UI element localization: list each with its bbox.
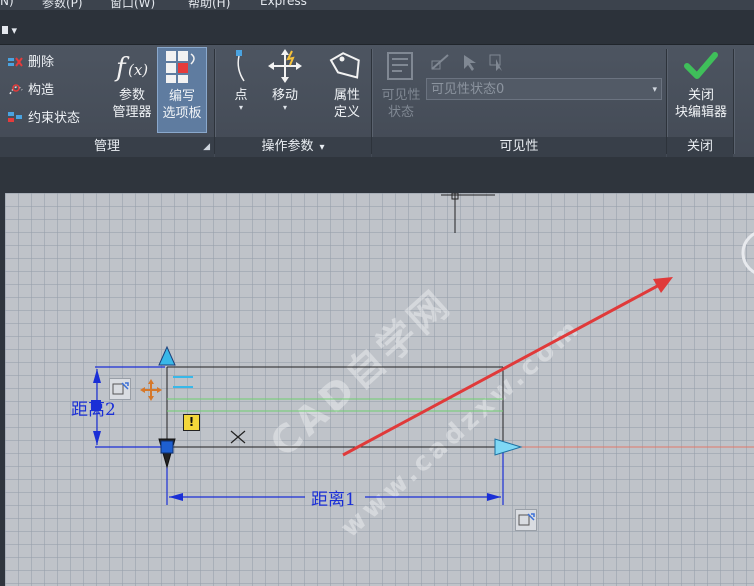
- visibility-panel: 可见性 状态 可见性状态0 ▾ 可见性: [372, 45, 666, 157]
- visibility-panel-title-text: 可见性: [499, 139, 539, 154]
- menu-item-help[interactable]: 帮助(H): [188, 0, 230, 10]
- close-panel: 关闭 块编辑器 关闭: [667, 45, 733, 157]
- close-block-editor-label-1: 关闭: [687, 88, 714, 103]
- checkmark-icon: [682, 47, 720, 85]
- visibility-state-select-value: 可见性状态0: [431, 82, 505, 97]
- manage-panel-title: 管理: [0, 137, 214, 157]
- manage-panel: 删除 构造 约束状态 f (x) 参数 管理器 编写 选项板 管理 ◢: [0, 45, 214, 157]
- param-manager-label-1: 参数: [118, 88, 145, 103]
- block-editor-window: N) 参数(P) 窗口(W) 帮助(H) Express ▾ 删除 构造 约束状…: [0, 0, 754, 586]
- fx-icon: f (x): [113, 47, 151, 85]
- close-panel-title: 关闭: [667, 137, 733, 157]
- attribute-definition-label-2: 定义: [333, 105, 360, 120]
- ribbon: 删除 构造 约束状态 f (x) 参数 管理器 编写 选项板 管理 ◢ 点 ▾ …: [0, 45, 754, 157]
- toggle-visibility-icon[interactable]: [430, 53, 450, 75]
- menu-item-params[interactable]: 参数(P): [42, 0, 83, 10]
- menu-item[interactable]: N): [0, 0, 14, 8]
- chevron-down-icon: ▾: [238, 103, 243, 112]
- dimension-2-label[interactable]: 距离2: [71, 395, 116, 420]
- manage-panel-title-text: 管理: [93, 139, 120, 154]
- hide-objects-icon[interactable]: [488, 53, 508, 75]
- close-block-editor-button[interactable]: 关闭 块编辑器: [669, 47, 733, 121]
- construct-icon: [8, 82, 24, 96]
- close-panel-title-text: 关闭: [686, 139, 713, 154]
- quick-access-bar: ▾: [0, 10, 754, 45]
- action-bar-grip-icon-2[interactable]: [515, 509, 537, 531]
- write-palette-label-2: 选项板: [162, 106, 202, 121]
- chevron-down-icon: ▾: [282, 103, 287, 112]
- dimension-1-label[interactable]: 距离1: [311, 485, 356, 510]
- construct-label: 构造: [28, 83, 55, 98]
- param-manager-label-2: 管理器: [112, 105, 152, 120]
- write-palette-button[interactable]: 编写 选项板: [157, 47, 207, 133]
- visibility-state-label-2: 状态: [387, 105, 414, 120]
- grip-base-square: [160, 440, 174, 454]
- point-param-icon: [222, 47, 260, 85]
- visibility-state-label-1: 可见性: [381, 88, 421, 103]
- visibility-state-icon: [382, 47, 420, 85]
- attribute-definition-button[interactable]: 属性 定义: [325, 47, 369, 121]
- action-params-panel: 点 ▾ 移动 ▾ 属性 定义 操作参数 ▾: [215, 45, 371, 157]
- delete-button[interactable]: 删除: [8, 51, 54, 70]
- grip-right-arrow: [494, 438, 523, 456]
- move-icon: [266, 47, 304, 85]
- visibility-state-select[interactable]: 可见性状态0 ▾: [426, 78, 662, 100]
- svg-text:(x): (x): [128, 61, 148, 79]
- grip-up-arrow: [158, 345, 176, 366]
- menu-item-express[interactable]: Express: [260, 0, 307, 8]
- write-palette-label-1: 编写: [168, 89, 195, 104]
- viewcube-edge: [741, 232, 754, 274]
- chevron-down-icon: ▾: [319, 142, 325, 153]
- palette-icon: [163, 48, 201, 86]
- attribute-definition-label-1: 属性: [333, 88, 360, 103]
- param-manager-button[interactable]: f (x) 参数 管理器: [108, 47, 156, 121]
- constraint-status-icon: [8, 110, 24, 124]
- action-params-panel-title[interactable]: 操作参数 ▾: [215, 137, 371, 157]
- delete-label: 删除: [28, 55, 55, 70]
- menu-bar: N) 参数(P) 窗口(W) 帮助(H) Express: [0, 0, 754, 10]
- dialog-launcher-icon[interactable]: ◢: [203, 142, 210, 152]
- annotation-arrowhead: [653, 277, 673, 293]
- menu-item-window[interactable]: 窗口(W): [110, 0, 155, 10]
- warning-icon[interactable]: !: [183, 414, 200, 431]
- point-param-label: 点: [234, 88, 248, 103]
- file-tab-strip: [0, 157, 754, 193]
- chevron-down-icon: ▾: [652, 85, 657, 95]
- show-objects-icon[interactable]: [460, 53, 480, 75]
- chevron-down-icon: ▾: [11, 24, 18, 37]
- constraint-status-label: 约束状态: [28, 111, 81, 126]
- construct-button[interactable]: 构造: [8, 79, 54, 98]
- base-point-cross: [230, 430, 246, 444]
- move-action-icon[interactable]: [137, 377, 165, 403]
- panel-divider: [733, 49, 734, 154]
- action-params-panel-title-text: 操作参数: [261, 139, 314, 154]
- delete-icon: [8, 54, 24, 68]
- app-icon: [2, 26, 8, 34]
- visibility-state-button[interactable]: 可见性 状态: [376, 47, 426, 121]
- attribute-tag-icon: [328, 47, 366, 85]
- move-action-label: 移动: [271, 88, 298, 103]
- quick-access-dropdown[interactable]: ▾: [2, 24, 17, 37]
- close-block-editor-label-2: 块编辑器: [674, 105, 727, 120]
- point-param-button[interactable]: 点 ▾: [221, 47, 261, 112]
- constraint-status-button[interactable]: 约束状态: [8, 107, 80, 126]
- drawing-canvas[interactable]: CAD自学网 www.cadzxw.com ! 距离2 距离1: [5, 193, 754, 586]
- move-action-button[interactable]: 移动 ▾: [263, 47, 307, 112]
- visibility-panel-title: 可见性: [372, 137, 666, 157]
